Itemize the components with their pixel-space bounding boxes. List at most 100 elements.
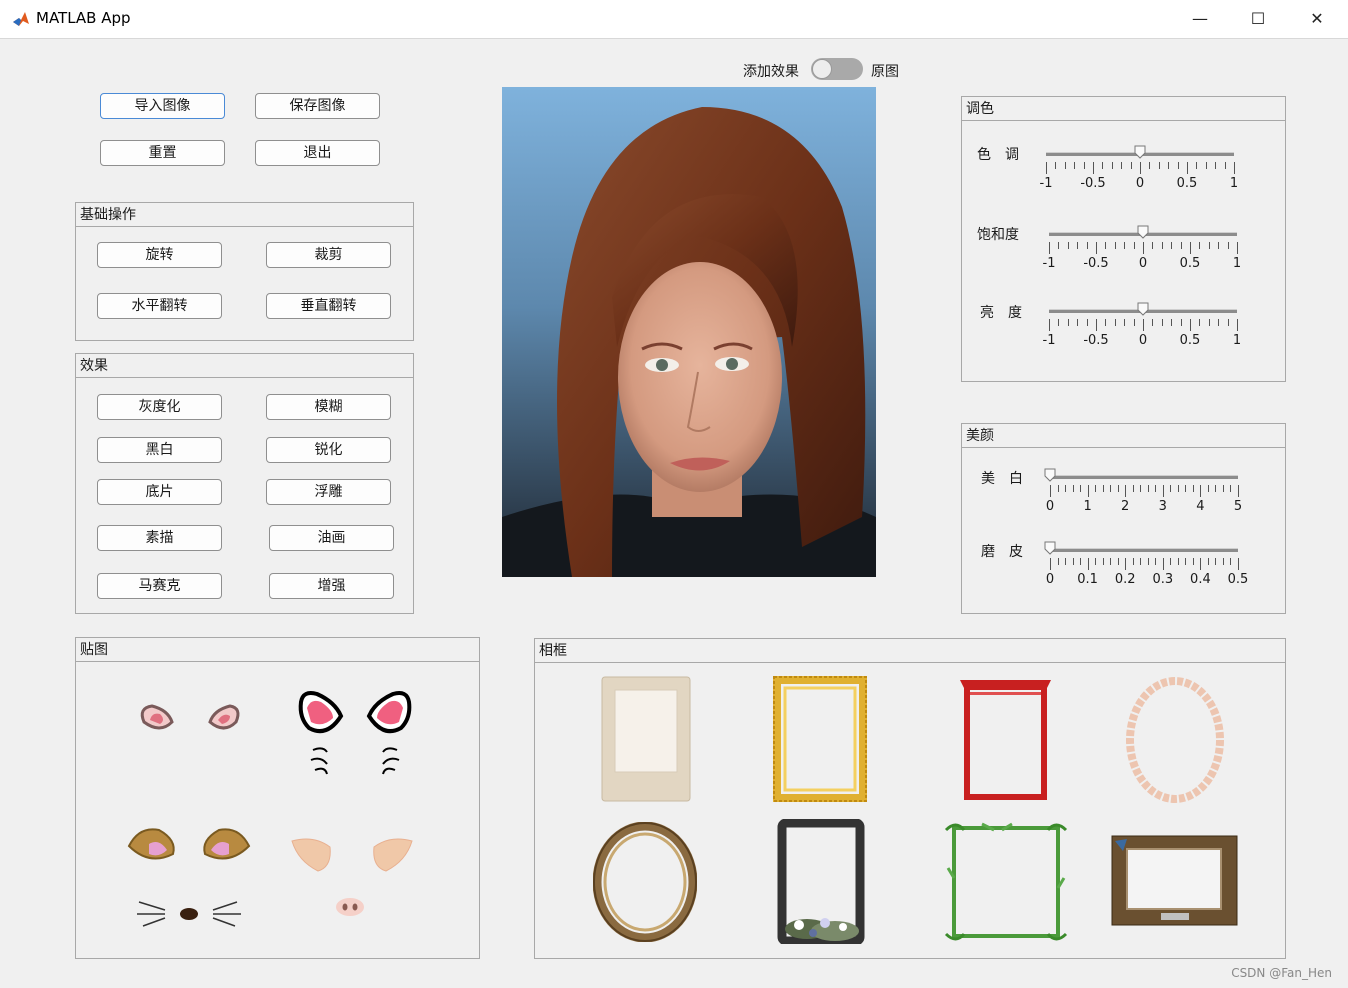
- flip-horizontal-button[interactable]: 水平翻转: [97, 293, 222, 319]
- red-gate-frame-icon[interactable]: [958, 676, 1053, 802]
- black-floral-frame-icon[interactable]: [777, 819, 865, 944]
- slider-minor-tick: [1215, 558, 1217, 565]
- slider-major-tick: [1190, 319, 1191, 331]
- slider-tick-label: 0.5: [1227, 572, 1249, 587]
- slider-major-tick: [1096, 319, 1097, 331]
- vintage-paper-frame-icon[interactable]: [601, 676, 691, 802]
- cat-ears-whiskers-icon[interactable]: [295, 688, 415, 783]
- slider-minor-tick: [1132, 558, 1134, 565]
- negative-button[interactable]: 底片: [97, 479, 222, 505]
- slider-minor-tick: [1102, 162, 1104, 169]
- pig-ears-nose-icon[interactable]: [290, 835, 415, 920]
- blur-button[interactable]: 模糊: [266, 394, 391, 420]
- slider-minor-tick: [1117, 485, 1119, 492]
- slider-minor-tick: [1185, 485, 1187, 492]
- saturation-label: 饱和度: [977, 227, 1019, 243]
- slider-minor-tick: [1218, 242, 1220, 249]
- slider-minor-tick: [1215, 162, 1217, 169]
- slider-major-tick: [1050, 485, 1051, 497]
- slider-minor-tick: [1074, 162, 1076, 169]
- slider-thumb[interactable]: [1134, 145, 1146, 159]
- slider-major-tick: [1238, 558, 1239, 570]
- slider-minor-tick: [1168, 162, 1170, 169]
- watermark: CSDN @Fan_Hen: [1231, 966, 1332, 980]
- import-image-button[interactable]: 导入图像: [100, 93, 225, 119]
- slider-minor-tick: [1205, 162, 1207, 169]
- slider-minor-tick: [1180, 242, 1182, 249]
- slider-minor-tick: [1227, 319, 1229, 326]
- emboss-button[interactable]: 浮雕: [266, 479, 391, 505]
- reset-button[interactable]: 重置: [100, 140, 225, 166]
- slider-tick-label: 1: [1232, 256, 1242, 271]
- bunny-ears-icon[interactable]: [130, 690, 260, 750]
- slider-minor-tick: [1177, 162, 1179, 169]
- maximize-icon: ☐: [1250, 9, 1266, 28]
- slider-minor-tick: [1064, 162, 1066, 169]
- slider-thumb[interactable]: [1137, 225, 1149, 239]
- slider-minor-tick: [1208, 319, 1210, 326]
- slider-track[interactable]: [1050, 475, 1238, 479]
- mosaic-button[interactable]: 马赛克: [97, 573, 222, 599]
- slider-minor-tick: [1083, 162, 1085, 169]
- pink-oval-frame-icon[interactable]: [1125, 676, 1225, 804]
- slider-thumb[interactable]: [1044, 468, 1056, 482]
- effect-toggle-switch[interactable]: [811, 58, 863, 80]
- slider-minor-tick: [1161, 319, 1163, 326]
- portrait-image: [502, 87, 876, 577]
- slider-minor-tick: [1105, 242, 1107, 249]
- toggle-knob[interactable]: [812, 59, 832, 79]
- rotate-button[interactable]: 旋转: [97, 242, 222, 268]
- slider-thumb[interactable]: [1044, 541, 1056, 555]
- stickers-title: 贴图: [76, 638, 479, 662]
- slider-minor-tick: [1171, 242, 1173, 249]
- window-title: MATLAB App: [36, 9, 131, 27]
- slider-major-tick: [1096, 242, 1097, 254]
- slider-major-tick: [1049, 242, 1050, 254]
- black-white-button[interactable]: 黑白: [97, 437, 222, 463]
- close-button[interactable]: ✕: [1288, 0, 1346, 38]
- oil-painting-button[interactable]: 油画: [269, 525, 394, 551]
- slider-minor-tick: [1080, 485, 1082, 492]
- dog-ears-nose-icon[interactable]: [125, 822, 255, 937]
- slider-minor-tick: [1058, 242, 1060, 249]
- maximize-button[interactable]: ☐: [1229, 0, 1287, 38]
- slider-track[interactable]: [1050, 548, 1238, 552]
- slider-major-tick: [1237, 242, 1238, 254]
- flip-vertical-button[interactable]: 垂直翻转: [266, 293, 391, 319]
- slider-minor-tick: [1170, 558, 1172, 565]
- enhance-button[interactable]: 增强: [269, 573, 394, 599]
- color-adjust-title: 调色: [962, 97, 1285, 121]
- slider-minor-tick: [1152, 319, 1154, 326]
- sketch-button[interactable]: 素描: [97, 525, 222, 551]
- antique-oval-frame-icon[interactable]: [593, 822, 697, 942]
- slider-minor-tick: [1114, 242, 1116, 249]
- slider-tick-label: -0.5: [1080, 176, 1106, 191]
- grayscale-button[interactable]: 灰度化: [97, 394, 222, 420]
- slider-minor-tick: [1155, 558, 1157, 565]
- slider-minor-tick: [1102, 485, 1104, 492]
- slider-minor-tick: [1207, 558, 1209, 565]
- crop-button[interactable]: 裁剪: [266, 242, 391, 268]
- slider-major-tick: [1200, 485, 1202, 497]
- save-image-button[interactable]: 保存图像: [255, 93, 380, 119]
- slider-major-tick: [1093, 162, 1094, 174]
- slider-minor-tick: [1058, 319, 1060, 326]
- slider-tick-label: -1: [1042, 333, 1056, 348]
- title-bar: MATLAB App — ☐ ✕: [0, 0, 1348, 39]
- slider-tick-label: 4: [1196, 499, 1205, 514]
- slider-minor-tick: [1230, 558, 1232, 565]
- gold-ornate-frame-icon[interactable]: [773, 676, 867, 802]
- wooden-frame-icon[interactable]: [1111, 835, 1238, 926]
- slider-minor-tick: [1227, 242, 1229, 249]
- slider-thumb[interactable]: [1137, 302, 1149, 316]
- slider-major-tick: [1200, 558, 1202, 570]
- slider-major-tick: [1143, 242, 1144, 254]
- bamboo-frame-icon[interactable]: [942, 818, 1070, 946]
- sharpen-button[interactable]: 锐化: [266, 437, 391, 463]
- minimize-button[interactable]: —: [1171, 0, 1229, 38]
- slider-minor-tick: [1207, 485, 1209, 492]
- exit-button[interactable]: 退出: [255, 140, 380, 166]
- slider-tick-label: 0: [1045, 499, 1055, 514]
- slider-major-tick: [1046, 162, 1047, 174]
- slider-minor-tick: [1140, 485, 1142, 492]
